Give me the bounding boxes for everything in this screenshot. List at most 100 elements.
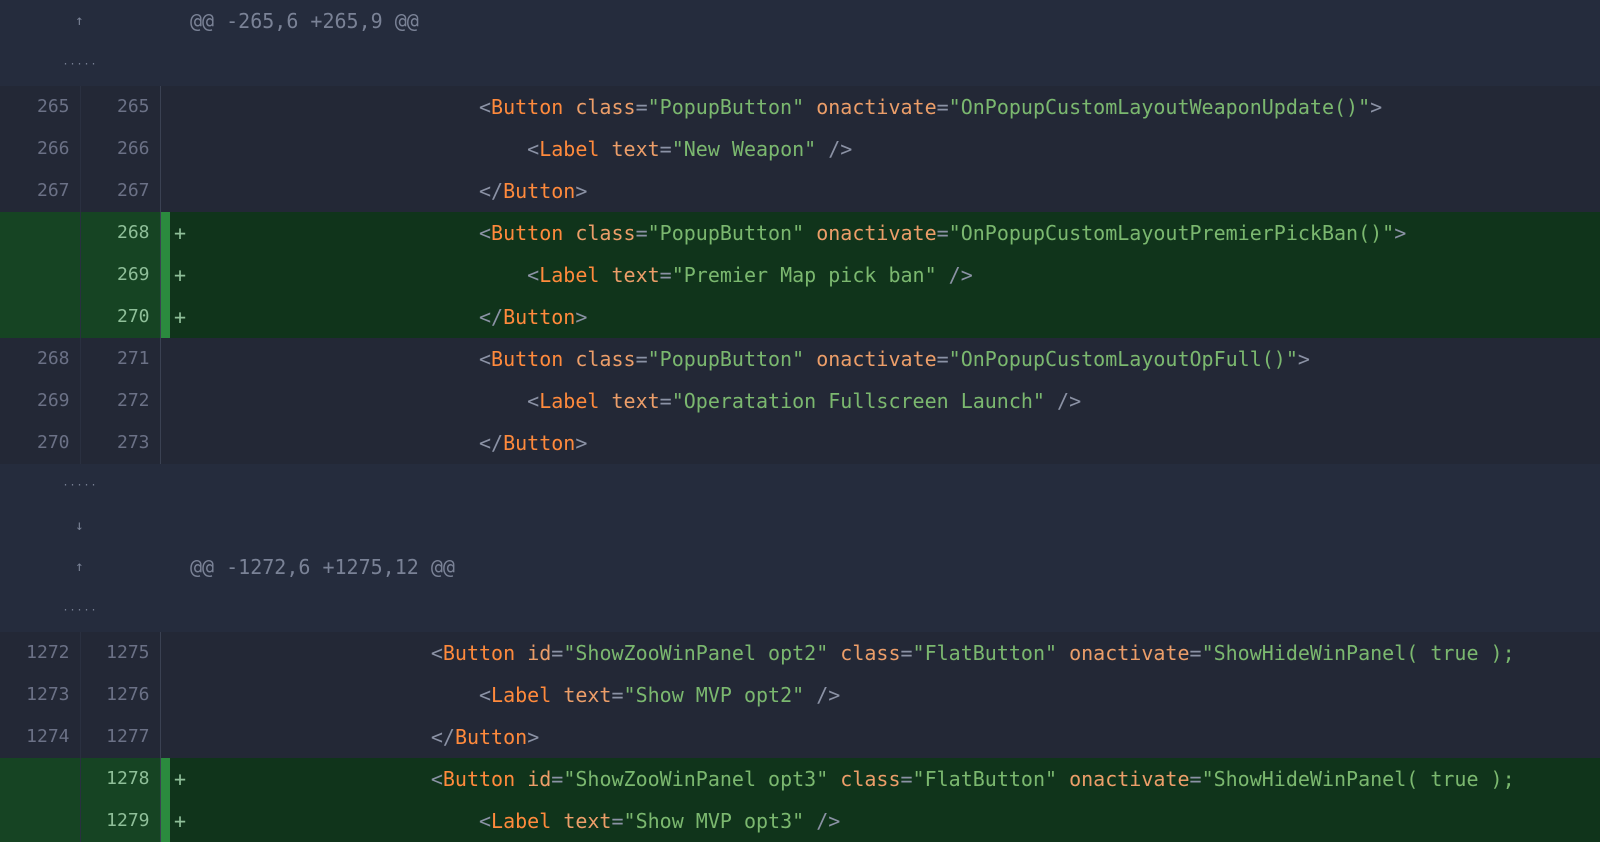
line-number-old: 1274	[0, 716, 80, 758]
line-number-new: 273	[80, 422, 160, 464]
change-marker	[160, 296, 170, 338]
line-number-new: 1277	[80, 716, 160, 758]
diff-line-context: 270273 </Button>	[0, 422, 1600, 464]
line-number-old: 270	[0, 422, 80, 464]
diff-line-added: 1278+ <Button id="ShowZooWinPanel opt3" …	[0, 758, 1600, 800]
line-number-old: 1272	[0, 632, 80, 674]
change-marker	[160, 380, 170, 422]
line-number-new: 271	[80, 338, 160, 380]
line-number-old: 1273	[0, 674, 80, 716]
code-cell: <Label text="Premier Map pick ban" />	[190, 254, 1599, 296]
code-cell: <Button class="PopupButton" onactivate="…	[190, 86, 1599, 128]
line-number-old	[0, 758, 80, 800]
change-marker	[160, 716, 170, 758]
line-number-new: 266	[80, 128, 160, 170]
diff-sign	[170, 0, 190, 86]
diff-line-context: 268271 <Button class="PopupButton" onact…	[0, 338, 1600, 380]
change-marker	[160, 632, 170, 674]
diff-sign: +	[170, 212, 190, 254]
diff-sign: +	[170, 800, 190, 842]
line-number-old: 268	[0, 338, 80, 380]
hunk-range: @@ -1272,6 +1275,12 @@	[190, 546, 1599, 632]
code-cell: </Button>	[190, 422, 1599, 464]
line-number-old: 266	[0, 128, 80, 170]
diff-sign	[170, 170, 190, 212]
diff-line-context: 12731276 <Label text="Show MVP opt2" />	[0, 674, 1600, 716]
line-number-old: 269	[0, 380, 80, 422]
line-number-new: 270	[80, 296, 160, 338]
diff-line-added: 270+ </Button>	[0, 296, 1600, 338]
code-cell: <Button class="PopupButton" onactivate="…	[190, 212, 1599, 254]
line-number-new: 269	[80, 254, 160, 296]
diff-line-context: 12741277 </Button>	[0, 716, 1600, 758]
diff-line-added: 269+ <Label text="Premier Map pick ban" …	[0, 254, 1600, 296]
change-marker	[160, 254, 170, 296]
diff-sign	[170, 338, 190, 380]
change-marker	[160, 0, 170, 86]
diff-line-context: 12721275 <Button id="ShowZooWinPanel opt…	[0, 632, 1600, 674]
expand-up-button[interactable]: ↑·····	[0, 0, 160, 86]
code-cell: </Button>	[190, 716, 1599, 758]
diff-sign	[170, 422, 190, 464]
diff-line-context: 266266 <Label text="New Weapon" />	[0, 128, 1600, 170]
expand-spacer	[190, 464, 1599, 546]
code-cell: <Button class="PopupButton" onactivate="…	[190, 338, 1599, 380]
change-marker	[160, 758, 170, 800]
hunk-range: @@ -265,6 +265,9 @@	[190, 0, 1599, 86]
change-marker	[160, 212, 170, 254]
line-number-new: 272	[80, 380, 160, 422]
diff-sign	[170, 716, 190, 758]
expand-down-row: ·····↓	[0, 464, 1600, 546]
line-number-new: 1275	[80, 632, 160, 674]
diff-line-added: 1279+ <Label text="Show MVP opt3" />	[0, 800, 1600, 842]
diff-sign: +	[170, 758, 190, 800]
code-cell: <Label text="Show MVP opt2" />	[190, 674, 1599, 716]
line-number-old	[0, 296, 80, 338]
diff-sign	[170, 674, 190, 716]
code-cell: <Label text="Show MVP opt3" />	[190, 800, 1599, 842]
line-number-new: 265	[80, 86, 160, 128]
line-number-old	[0, 254, 80, 296]
change-marker	[160, 86, 170, 128]
change-marker	[160, 338, 170, 380]
line-number-new: 1276	[80, 674, 160, 716]
expand-down-button[interactable]: ·····↓	[0, 464, 160, 546]
diff-sign: +	[170, 296, 190, 338]
code-cell: <Button id="ShowZooWinPanel opt3" class=…	[190, 758, 1599, 800]
change-marker	[160, 422, 170, 464]
expand-up-icon: ↑·····	[62, 559, 97, 617]
code-cell: </Button>	[190, 170, 1599, 212]
diff-sign	[170, 380, 190, 422]
line-number-old	[0, 212, 80, 254]
line-number-new: 1278	[80, 758, 160, 800]
change-marker	[160, 674, 170, 716]
diff-table: ↑·····@@ -265,6 +265,9 @@265265 <Button …	[0, 0, 1600, 842]
expand-up-button[interactable]: ↑·····	[0, 546, 160, 632]
diff-sign	[170, 86, 190, 128]
expand-up-icon: ↑·····	[62, 13, 97, 71]
hunk-header: ↑····· @@ -265,6 +265,9 @@	[0, 0, 1600, 86]
diff-line-context: 269272 <Label text="Operatation Fullscre…	[0, 380, 1600, 422]
diff-sign	[170, 632, 190, 674]
hunk-header: ↑····· @@ -1272,6 +1275,12 @@	[0, 546, 1600, 632]
diff-sign: +	[170, 254, 190, 296]
line-number-new: 268	[80, 212, 160, 254]
diff-sign	[170, 128, 190, 170]
change-marker	[160, 128, 170, 170]
expand-down-icon: ·····↓	[62, 476, 97, 534]
line-number-new: 267	[80, 170, 160, 212]
change-marker	[160, 170, 170, 212]
diff-sign	[170, 546, 190, 632]
line-number-new: 1279	[80, 800, 160, 842]
change-marker	[160, 546, 170, 632]
line-number-old	[0, 800, 80, 842]
diff-line-added: 268+ <Button class="PopupButton" onactiv…	[0, 212, 1600, 254]
diff-line-context: 265265 <Button class="PopupButton" onact…	[0, 86, 1600, 128]
code-cell: <Button id="ShowZooWinPanel opt2" class=…	[190, 632, 1599, 674]
line-number-old: 265	[0, 86, 80, 128]
code-cell: </Button>	[190, 296, 1599, 338]
diff-line-context: 267267 </Button>	[0, 170, 1600, 212]
code-cell: <Label text="New Weapon" />	[190, 128, 1599, 170]
change-marker	[160, 800, 170, 842]
code-cell: <Label text="Operatation Fullscreen Laun…	[190, 380, 1599, 422]
